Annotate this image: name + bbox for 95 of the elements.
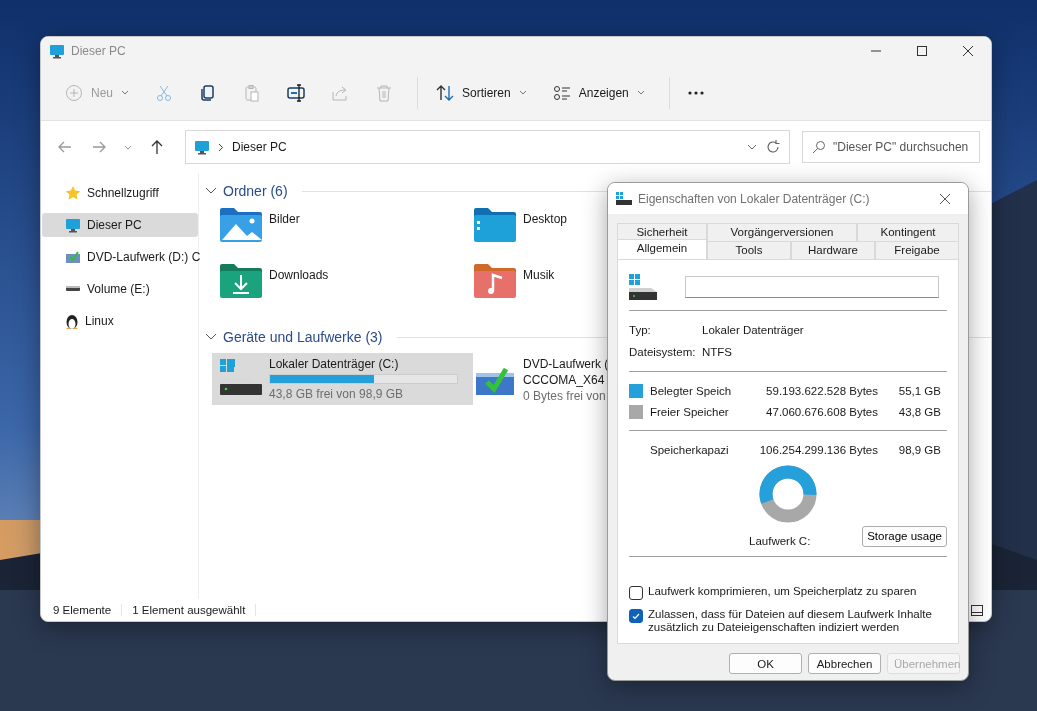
sidebar-item[interactable]: Volume (E:) [42, 277, 198, 301]
monitor-icon [194, 139, 210, 155]
field-label: Speicherkapazi [650, 443, 730, 456]
field-label: Belegter Speich [650, 384, 733, 397]
field-value: 59.193.622.528 Bytes [765, 384, 878, 397]
tab[interactable]: Kontingent [857, 223, 959, 241]
trash-icon [375, 83, 393, 102]
sort-button[interactable]: Sortieren [426, 75, 537, 110]
search-field[interactable]: "Dieser PC" durchsuchen [802, 131, 980, 163]
close-icon [938, 192, 952, 205]
field-value: 43,8 GB [897, 405, 941, 418]
drive-detail: 0 Bytes frei von [523, 389, 607, 403]
caret-icon [518, 89, 527, 96]
tab[interactable]: Vorgängerversionen [707, 223, 857, 241]
folder-label[interactable]: Downloads [269, 268, 329, 282]
disc-drive-icon [65, 250, 81, 264]
details-view-icon[interactable] [971, 604, 983, 616]
dialog-button[interactable]: Abbrechen [808, 653, 881, 674]
window-title: Dieser PC [71, 44, 127, 58]
field-value: Lokaler Datenträger [702, 324, 804, 336]
name-field[interactable] [685, 276, 939, 298]
chevron-down-icon[interactable] [205, 333, 217, 341]
field-value: NTFS [702, 346, 733, 358]
hard-drive-icon [629, 274, 659, 300]
breadcrumb-item[interactable]: Dieser PC [232, 140, 739, 154]
section-header[interactable]: Geräte und Laufwerke (3) [223, 329, 383, 345]
folder-label[interactable]: Desktop [523, 212, 568, 226]
drive-icon [616, 192, 632, 205]
star-icon [65, 185, 81, 201]
arrow-right-icon [91, 139, 107, 155]
usage-donut-drawing [758, 464, 818, 524]
status-text: 9 Elemente [53, 604, 123, 616]
clipboard-icon [243, 83, 261, 102]
arrow-left-icon [57, 139, 73, 155]
drive-icon [65, 285, 81, 293]
sidebar-item[interactable]: Linux [42, 309, 198, 333]
sort-arrows-icon [436, 83, 454, 102]
list-view-icon [552, 83, 571, 102]
chevron-right-icon [218, 142, 224, 152]
tab[interactable]: Freigabe [875, 241, 959, 259]
view-button[interactable]: Anzeigen [542, 75, 655, 110]
more-icon [687, 90, 704, 95]
checkbox[interactable] [629, 586, 643, 600]
field-value: 106.254.299.136 Bytes [758, 443, 878, 456]
folder-label[interactable]: Musik [523, 268, 555, 282]
caret-icon [121, 89, 129, 96]
field-value: 98,9 GB [897, 443, 941, 456]
folder-icon [219, 207, 263, 243]
hard-drive-icon [219, 357, 263, 397]
folder-label[interactable]: Bilder [269, 212, 300, 226]
plus-circle-icon [65, 83, 83, 102]
sidebar-item[interactable]: Schnellzugriff [42, 181, 198, 205]
field-label: Typ: [629, 324, 652, 336]
field-label: Freier Speicher [650, 405, 730, 418]
monitor-icon [65, 217, 81, 233]
tab[interactable]: Hardware [791, 241, 875, 259]
checkbox-label: Zulassen, dass für Dateien auf diesem Laufwerk Inhalte zusätzlich zu Dateieigenschaften indiziert werden [648, 608, 933, 634]
section-header[interactable]: Ordner (6) [223, 183, 288, 199]
storage-usage-button[interactable]: Storage usage [862, 525, 947, 547]
monitor-icon [49, 43, 65, 59]
chevron-down-icon [124, 144, 132, 150]
drive-tile[interactable]: Lokaler Datenträger (C:) 43,8 GB frei von 98,9 GB [212, 353, 473, 405]
scissors-icon [155, 83, 173, 102]
folder-icon [473, 263, 517, 299]
caret-icon [636, 89, 645, 96]
drive-detail: 43,8 GB frei von 98,9 GB [269, 387, 405, 401]
sidebar-item[interactable]: DVD-Laufwerk (D:) C [42, 245, 198, 269]
checkbox[interactable] [629, 609, 643, 623]
tab[interactable]: Tools [707, 241, 791, 259]
address-bar[interactable]: Dieser PC [185, 130, 790, 164]
chevron-down-icon [747, 144, 757, 150]
drive-label: CCCOMA_X64 [523, 373, 606, 387]
status-text: 1 Element ausgewählt [132, 604, 257, 616]
arrow-up-icon [149, 139, 165, 155]
checkbox-label: Laufwerk komprimieren, um Speicherplatz zu sparen [648, 585, 918, 598]
field-value: 47.060.676.608 Bytes [765, 405, 878, 418]
field-label: Dateisystem: [629, 346, 697, 358]
rename-icon [287, 83, 305, 102]
sidebar-item[interactable]: Dieser PC [42, 213, 198, 237]
drive-label: Lokaler Datenträger (C:) [269, 357, 400, 371]
penguin-icon [65, 312, 79, 330]
dialog-title: Eigenschaften von Lokaler Datenträger (C:) [638, 191, 871, 206]
search-icon [812, 140, 826, 154]
close-icon [961, 45, 975, 57]
refresh-icon [765, 139, 781, 155]
checkmark-icon [632, 612, 640, 620]
copy-icon [199, 83, 217, 102]
drive-label: Laufwerk C: [749, 535, 811, 547]
maximize-icon [915, 45, 929, 57]
folder-icon [473, 207, 517, 243]
tab[interactable]: Allgemein [617, 239, 707, 259]
dialog-button[interactable]: OK [729, 653, 802, 674]
chevron-down-icon[interactable] [205, 187, 217, 195]
folder-icon [219, 263, 263, 299]
field-value: 55,1 GB [897, 384, 941, 397]
